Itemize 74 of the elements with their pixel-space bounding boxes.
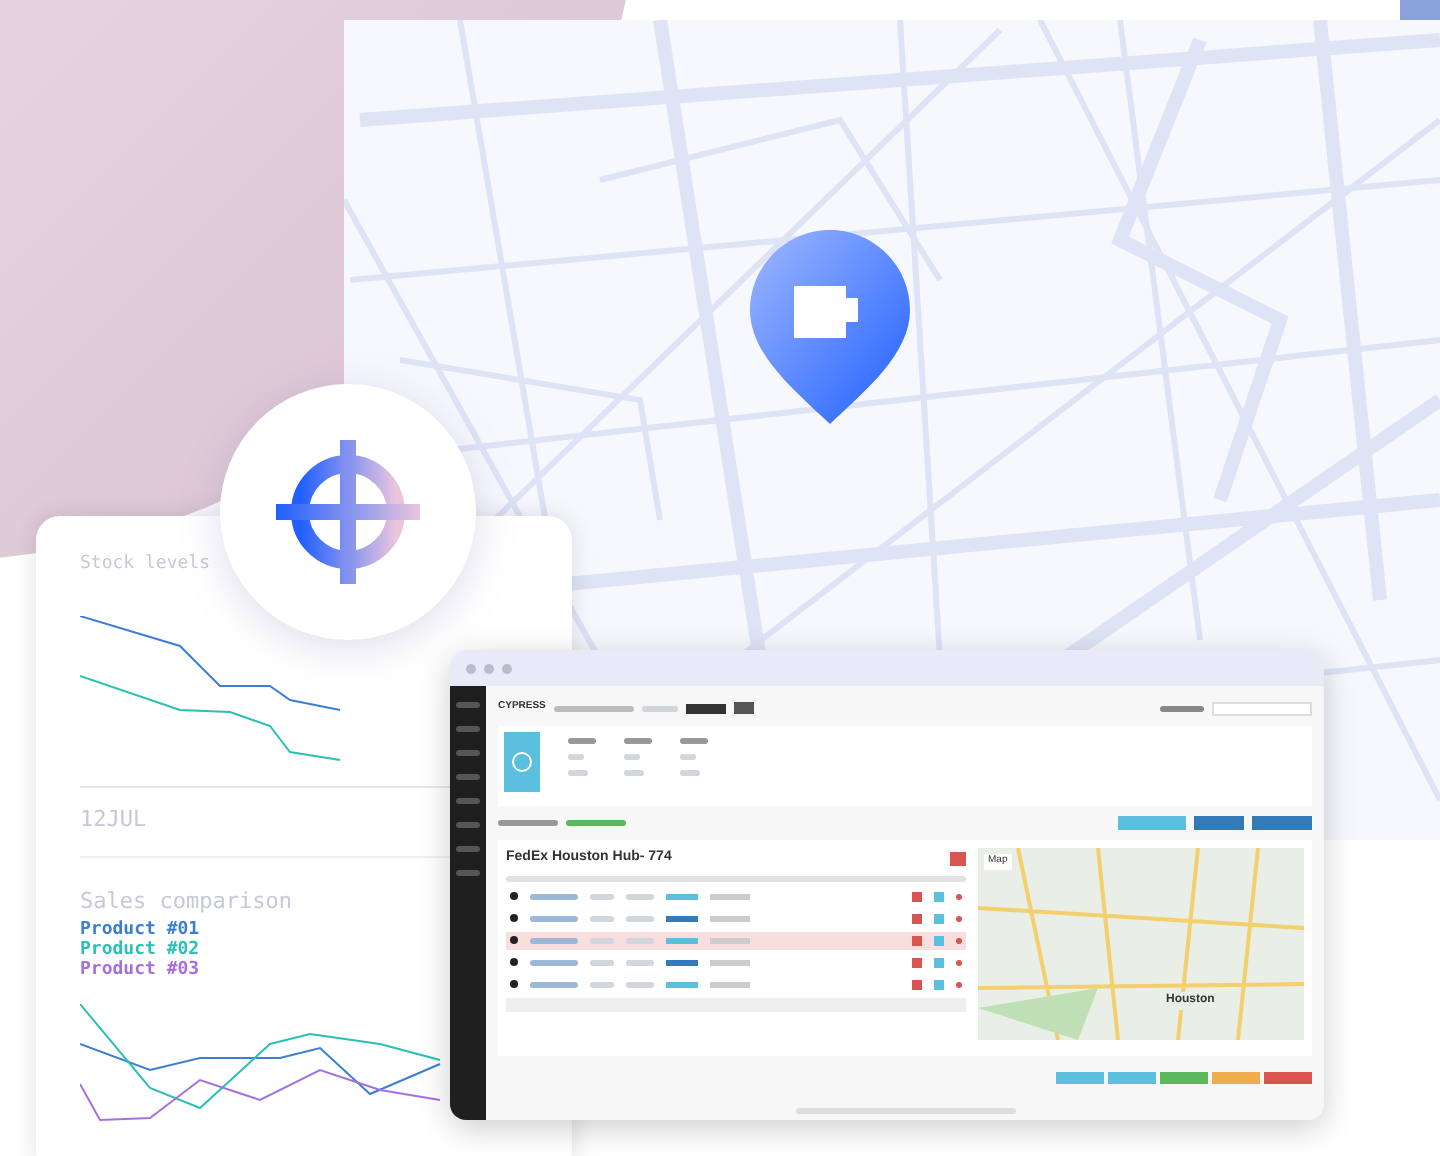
- table-row[interactable]: [506, 931, 966, 949]
- blurred-text: [498, 820, 558, 826]
- blurred-text: [530, 915, 578, 921]
- sidebar-item: [456, 798, 480, 804]
- delete-icon[interactable]: [956, 981, 962, 987]
- blurred-text: [626, 981, 654, 987]
- blurred-text: [590, 893, 614, 899]
- status-tag: [710, 915, 750, 921]
- remove-button[interactable]: [912, 935, 922, 945]
- status-tag: [710, 893, 750, 899]
- delete-icon[interactable]: [956, 915, 962, 921]
- notes-button[interactable]: [934, 891, 944, 901]
- remove-button[interactable]: [912, 913, 922, 923]
- status-tag: [685, 703, 726, 713]
- date-field[interactable]: [1212, 701, 1312, 715]
- notes-button[interactable]: [934, 979, 944, 989]
- tool-button[interactable]: [733, 702, 754, 714]
- gauge-tile: [504, 732, 540, 792]
- card-title: Sales comparison: [80, 886, 292, 918]
- blurred-text: [626, 893, 654, 899]
- status-tag: [710, 959, 750, 965]
- delete-icon[interactable]: [956, 937, 962, 943]
- card-title: Stock levels: [80, 552, 211, 578]
- status-tag: [710, 937, 750, 943]
- sidebar-item: [456, 822, 480, 828]
- blurred-text: [530, 937, 578, 943]
- remove-button[interactable]: [912, 957, 922, 967]
- blurred-text: [566, 820, 626, 826]
- blurred-text: [626, 959, 654, 965]
- delete-icon[interactable]: [956, 893, 962, 899]
- blurred-text: [590, 959, 614, 965]
- blurred-text: [590, 981, 614, 987]
- sidebar-item: [456, 870, 480, 876]
- sidebar-item: [456, 750, 480, 756]
- status-tag: [666, 937, 698, 943]
- legend-label: Product #02: [80, 939, 200, 959]
- notes-button[interactable]: [934, 935, 944, 945]
- date-label: 12JUL: [80, 803, 147, 835]
- sidebar-item: [456, 702, 480, 708]
- blurred-text: [1160, 705, 1204, 711]
- blurred-text: [680, 738, 708, 744]
- legend-label: Product #03: [80, 959, 200, 979]
- sidebar-item: [456, 846, 480, 852]
- remove-button[interactable]: [912, 979, 922, 989]
- status-tag: [666, 915, 698, 921]
- blurred-text: [530, 981, 578, 987]
- notes-button[interactable]: [934, 913, 944, 923]
- sidebar-item: [456, 774, 480, 780]
- blurred-text: [530, 959, 578, 965]
- type-icon: [510, 892, 518, 900]
- blurred-text: [641, 705, 678, 711]
- type-icon: [510, 980, 518, 988]
- blurred-text: [626, 937, 654, 943]
- blurred-text: [530, 893, 578, 899]
- blurred-text: [590, 915, 614, 921]
- legend-label: Product #01: [80, 919, 200, 939]
- map-pin-icon: [750, 230, 910, 424]
- status-tag: [666, 893, 698, 899]
- delete-icon[interactable]: [956, 959, 962, 965]
- blurred-text: [624, 738, 652, 744]
- type-icon: [510, 958, 518, 966]
- notes-button[interactable]: [934, 957, 944, 967]
- status-tag: [666, 959, 698, 965]
- blurred-text: [553, 705, 634, 711]
- status-tag: [710, 981, 750, 987]
- type-icon: [510, 936, 518, 944]
- remove-button[interactable]: [912, 891, 922, 901]
- type-icon: [510, 914, 518, 922]
- blurred-text: [568, 738, 596, 744]
- blurred-text: [590, 937, 614, 943]
- sidebar-item: [456, 726, 480, 732]
- blurred-text: [626, 915, 654, 921]
- status-tag: [666, 981, 698, 987]
- close-button[interactable]: [950, 851, 966, 866]
